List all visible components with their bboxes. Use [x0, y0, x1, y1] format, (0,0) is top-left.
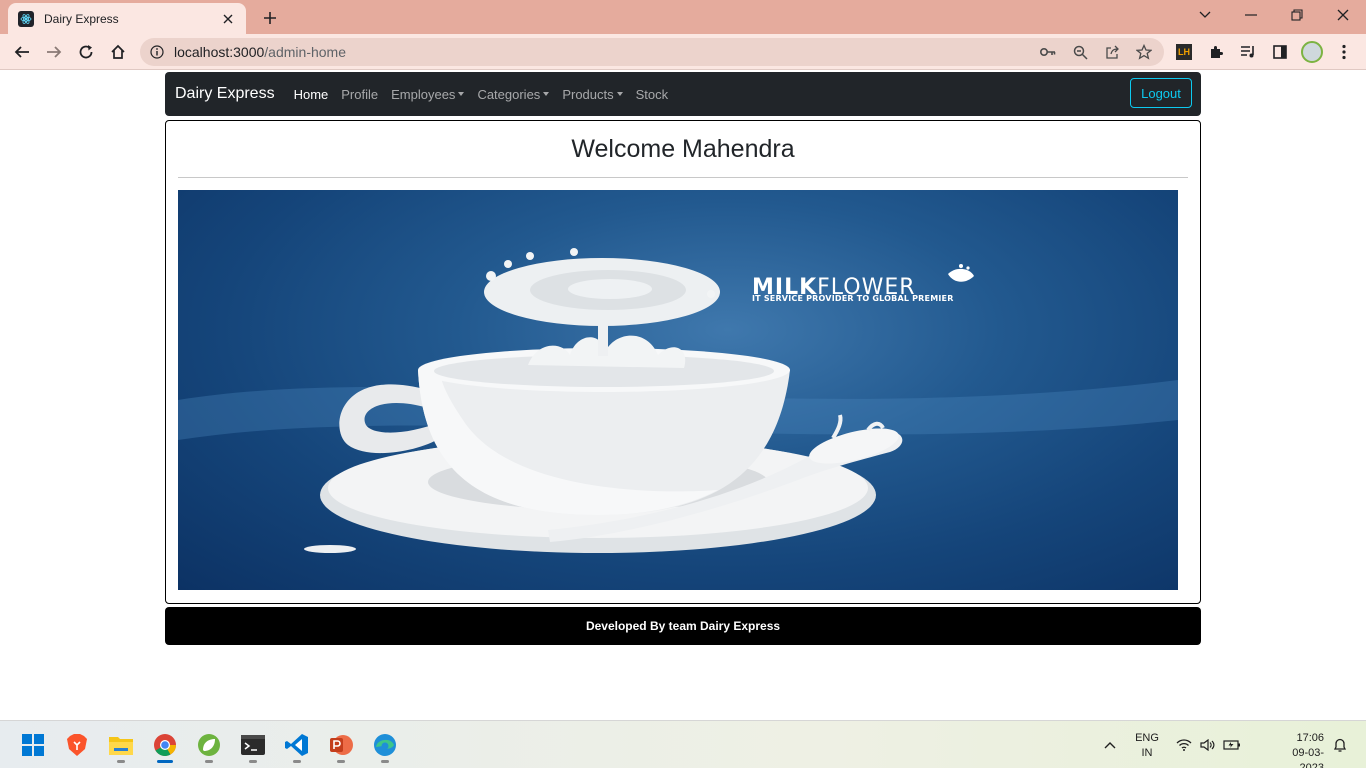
- reload-icon[interactable]: [74, 40, 98, 64]
- banner-tagline: IT SERVICE PROVIDER TO GLOBAL PREMIER: [752, 294, 954, 303]
- caret-down-icon: [458, 92, 465, 96]
- page-footer: Developed By team Dairy Express: [165, 607, 1201, 645]
- address-text: localhost:3000/admin-home: [174, 44, 346, 60]
- minimize-window-icon[interactable]: [1237, 4, 1265, 26]
- milk-cup-illustration: [178, 248, 1178, 553]
- volume-icon[interactable]: [1196, 729, 1220, 761]
- address-bar[interactable]: localhost:3000/admin-home: [140, 38, 1164, 66]
- welcome-heading: Welcome Mahendra: [571, 135, 795, 163]
- extensions-puzzle-icon[interactable]: [1205, 41, 1227, 63]
- chrome-taskbar-icon[interactable]: [149, 729, 181, 763]
- notification-icon[interactable]: [1328, 729, 1352, 761]
- main-navbar: Dairy Express Home Profile Employees Cat…: [165, 72, 1201, 116]
- edge-browser-icon[interactable]: [369, 729, 401, 763]
- browser-menu-icon[interactable]: [1333, 41, 1355, 63]
- battery-charging-icon[interactable]: [1220, 729, 1244, 761]
- site-info-icon[interactable]: [150, 45, 164, 59]
- media-queue-icon[interactable]: [1237, 41, 1259, 63]
- milk-banner-image: MILKFLOWER IT SERVICE PROVIDER TO GLOBAL…: [178, 190, 1178, 590]
- caret-down-icon: [616, 92, 623, 96]
- show-hidden-icons-chevron[interactable]: [1096, 729, 1124, 761]
- nav-categories-dropdown[interactable]: Categories: [477, 87, 550, 102]
- bookmark-star-icon[interactable]: [1134, 42, 1154, 62]
- close-window-icon[interactable]: [1329, 4, 1357, 26]
- input-language-indicator[interactable]: ENG IN: [1132, 731, 1162, 761]
- new-tab-button[interactable]: [258, 6, 282, 30]
- divider: [178, 177, 1188, 178]
- browser-tab[interactable]: Dairy Express: [8, 3, 246, 34]
- logout-button[interactable]: Logout: [1130, 78, 1192, 108]
- zoom-icon[interactable]: [1070, 42, 1090, 62]
- terminal-icon[interactable]: [237, 729, 269, 763]
- browser-tab-strip: Dairy Express: [0, 0, 1366, 34]
- brave-browser-icon[interactable]: [61, 729, 93, 761]
- wifi-icon[interactable]: [1172, 729, 1196, 761]
- key-icon[interactable]: [1038, 42, 1058, 62]
- powerpoint-icon[interactable]: [325, 729, 357, 763]
- footer-text: Developed By team Dairy Express: [585, 619, 781, 633]
- profile-avatar[interactable]: [1301, 41, 1323, 63]
- browser-toolbar: localhost:3000/admin-home LH: [0, 34, 1366, 70]
- tab-close-icon[interactable]: [220, 11, 236, 27]
- restore-window-icon[interactable]: [1283, 4, 1311, 26]
- forward-arrow-icon[interactable]: [42, 40, 66, 64]
- lighthouse-extension-icon[interactable]: LH: [1173, 41, 1195, 63]
- back-arrow-icon[interactable]: [10, 40, 34, 64]
- windows-taskbar: ENG IN 17:06 09-03-2023: [0, 720, 1366, 768]
- caret-down-icon: [543, 92, 550, 96]
- welcome-card: Welcome Mahendra MILKFLOWER IT SERVICE P…: [165, 120, 1201, 604]
- side-panel-icon[interactable]: [1269, 41, 1291, 63]
- file-explorer-icon[interactable]: [105, 729, 137, 763]
- windows-start-icon[interactable]: [17, 729, 49, 761]
- tab-search-chevron-icon[interactable]: [1191, 4, 1219, 26]
- nav-home[interactable]: Home: [294, 87, 329, 102]
- nav-stock[interactable]: Stock: [636, 87, 669, 102]
- react-favicon-icon: [18, 10, 34, 27]
- navbar-brand[interactable]: Dairy Express: [175, 85, 275, 103]
- system-clock[interactable]: 17:06 09-03-2023: [1280, 731, 1324, 768]
- nav-profile[interactable]: Profile: [341, 87, 378, 102]
- vscode-icon[interactable]: [281, 729, 313, 763]
- tab-title: Dairy Express: [44, 11, 119, 26]
- home-icon[interactable]: [106, 40, 130, 64]
- nav-employees-dropdown[interactable]: Employees: [391, 87, 465, 102]
- spring-tool-suite-icon[interactable]: [193, 729, 225, 763]
- share-icon[interactable]: [1102, 42, 1122, 62]
- nav-products-dropdown[interactable]: Products: [562, 87, 623, 102]
